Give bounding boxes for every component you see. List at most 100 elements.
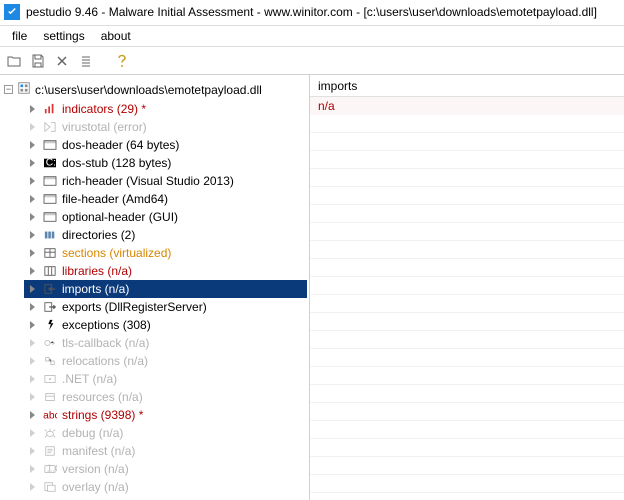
expand-icon[interactable] [27, 356, 38, 367]
table-row [310, 241, 624, 259]
tree-node[interactable]: exceptions (308) [24, 316, 307, 334]
tree-node[interactable]: directories (2) [24, 226, 307, 244]
expand-icon[interactable] [27, 410, 38, 421]
expand-icon[interactable] [27, 122, 38, 133]
tree-node-label: indicators (29) * [62, 102, 146, 116]
tree-node[interactable]: resources (n/a) [24, 388, 307, 406]
tree-node-label: optional-header (GUI) [62, 210, 178, 224]
save-button[interactable] [28, 51, 48, 71]
tree-node[interactable]: dos-header (64 bytes) [24, 136, 307, 154]
tree-pane[interactable]: − c:\users\user\downloads\emotetpayload.… [0, 75, 310, 500]
table-row [310, 151, 624, 169]
svg-text:1.0: 1.0 [47, 464, 57, 475]
list-button[interactable] [76, 51, 96, 71]
table-row [310, 421, 624, 439]
expand-icon[interactable] [27, 338, 38, 349]
tree-node-label: exceptions (308) [62, 318, 151, 332]
table-row [310, 403, 624, 421]
menu-about[interactable]: about [93, 27, 139, 45]
tree-node[interactable]: libraries (n/a) [24, 262, 307, 280]
menu-file[interactable]: file [4, 27, 35, 45]
tree-node[interactable]: rich-header (Visual Studio 2013) [24, 172, 307, 190]
reloc-icon [42, 354, 58, 368]
tree-node-label: dos-header (64 bytes) [62, 138, 179, 152]
tree-node[interactable]: optional-header (GUI) [24, 208, 307, 226]
tree-node-label: manifest (n/a) [62, 444, 135, 458]
tree-node[interactable]: .NET (n/a) [24, 370, 307, 388]
expand-icon[interactable] [27, 446, 38, 457]
tree-node[interactable]: abc strings (9398) * [24, 406, 307, 424]
table-row [310, 367, 624, 385]
tree-node-label: .NET (n/a) [62, 372, 117, 386]
expand-icon[interactable] [27, 176, 38, 187]
expand-icon[interactable] [27, 482, 38, 493]
expand-icon[interactable] [27, 230, 38, 241]
header-icon [42, 192, 58, 206]
table-row [310, 295, 624, 313]
table-row [310, 187, 624, 205]
sections-icon [42, 246, 58, 260]
tree-node[interactable]: sections (virtualized) [24, 244, 307, 262]
table-row [310, 223, 624, 241]
expand-icon[interactable] [27, 104, 38, 115]
overlay-icon [42, 480, 58, 494]
collapse-icon[interactable]: − [4, 85, 13, 94]
expand-icon[interactable] [27, 284, 38, 295]
menubar: file settings about [0, 26, 624, 48]
strings-icon: abc [42, 408, 58, 422]
expand-icon[interactable] [27, 248, 38, 259]
tree-root[interactable]: − c:\users\user\downloads\emotetpayload.… [2, 79, 307, 100]
tree-node-label: strings (9398) * [62, 408, 143, 422]
tree-node[interactable]: debug (n/a) [24, 424, 307, 442]
tree-node[interactable]: tls-callback (n/a) [24, 334, 307, 352]
resources-icon [42, 390, 58, 404]
table-row [310, 259, 624, 277]
header-icon [42, 174, 58, 188]
tree-node[interactable]: 1.0version (n/a) [24, 460, 307, 478]
tree-node-label: tls-callback (n/a) [62, 336, 149, 350]
table-row [310, 313, 624, 331]
table-row [310, 457, 624, 475]
open-file-button[interactable] [4, 51, 24, 71]
table-row [310, 169, 624, 187]
dosstub-icon: C:\ [42, 156, 58, 170]
expand-icon[interactable] [27, 320, 38, 331]
libraries-icon [42, 264, 58, 278]
table-row [310, 349, 624, 367]
tree-node[interactable]: exports (DllRegisterServer) [24, 298, 307, 316]
tree-node[interactable]: relocations (n/a) [24, 352, 307, 370]
help-button[interactable] [112, 51, 132, 71]
detail-value: n/a [310, 97, 624, 115]
table-row [310, 277, 624, 295]
tree-node-label: exports (DllRegisterServer) [62, 300, 207, 314]
expand-icon[interactable] [27, 374, 38, 385]
tree-node[interactable]: imports (n/a) [24, 280, 307, 298]
tree-node[interactable]: overlay (n/a) [24, 478, 307, 496]
expand-icon[interactable] [27, 158, 38, 169]
tree-node-label: imports (n/a) [62, 282, 129, 296]
detail-body: n/a [310, 97, 624, 500]
expand-icon[interactable] [27, 464, 38, 475]
tree-node[interactable]: virustotal (error) [24, 118, 307, 136]
tree-node[interactable]: C:\ dos-stub (128 bytes) [24, 154, 307, 172]
expand-icon[interactable] [27, 194, 38, 205]
window-title: pestudio 9.46 - Malware Initial Assessme… [26, 5, 597, 19]
tree-node[interactable]: indicators (29) * [24, 100, 307, 118]
close-button[interactable] [52, 51, 72, 71]
expand-icon[interactable] [27, 428, 38, 439]
tree-node[interactable]: file-header (Amd64) [24, 190, 307, 208]
manifest-icon [42, 444, 58, 458]
table-row [310, 331, 624, 349]
expand-icon[interactable] [27, 302, 38, 313]
tree-node-label: virustotal (error) [62, 120, 147, 134]
expand-icon[interactable] [27, 140, 38, 151]
expand-icon[interactable] [27, 392, 38, 403]
tree-node-label: sections (virtualized) [62, 246, 171, 260]
tree-node-label: dos-stub (128 bytes) [62, 156, 171, 170]
menu-settings[interactable]: settings [35, 27, 92, 45]
table-row [310, 205, 624, 223]
expand-icon[interactable] [27, 266, 38, 277]
tree-node[interactable]: manifest (n/a) [24, 442, 307, 460]
directories-icon [42, 228, 58, 242]
expand-icon[interactable] [27, 212, 38, 223]
